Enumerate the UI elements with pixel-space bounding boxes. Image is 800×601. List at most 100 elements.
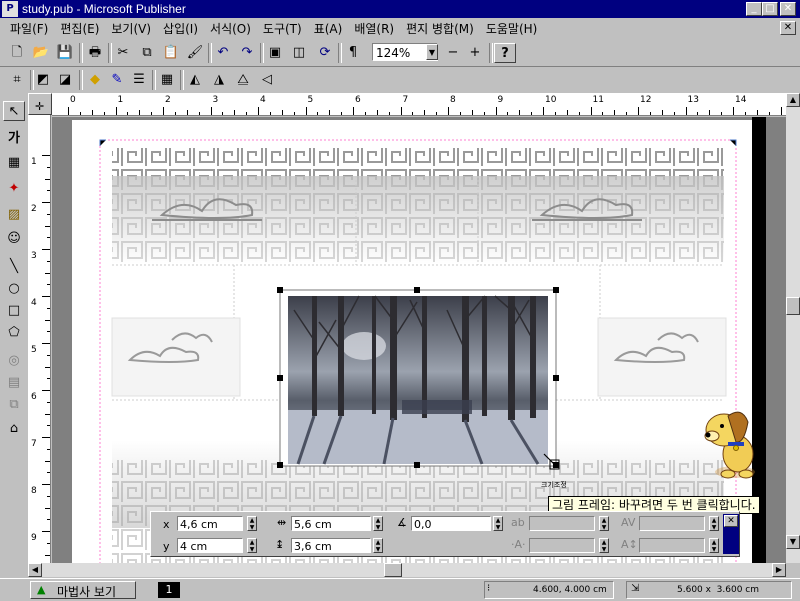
wrap-picture-icon[interactable]: ◪: [54, 70, 76, 90]
document-close-button[interactable]: ✕: [780, 21, 796, 35]
wrap-rect-icon[interactable]: ◩: [32, 70, 54, 90]
zoom-in-button[interactable]: +: [464, 43, 486, 63]
fill-color-icon[interactable]: ◆: [84, 70, 106, 90]
rotate-icon[interactable]: ⟳: [314, 43, 336, 63]
scroll-left-button[interactable]: ◀: [28, 563, 42, 577]
help-icon[interactable]: ?: [494, 43, 516, 63]
line-style-icon[interactable]: ☰: [128, 70, 150, 90]
rotate-right-icon[interactable]: ◮: [208, 70, 230, 90]
pointer-icon[interactable]: ↖: [3, 101, 25, 121]
redo-icon[interactable]: ↷: [236, 43, 258, 63]
chevron-down-icon[interactable]: ▼: [426, 44, 438, 60]
html-code-icon[interactable]: ⧉: [3, 395, 25, 415]
ruler-tick: [222, 112, 224, 115]
position-readout: 4.600, 4.000 cm: [533, 585, 607, 595]
print-icon[interactable]: 🖶: [84, 43, 106, 63]
scaling-spinner: ▲ ▼: [599, 538, 609, 553]
horizontal-ruler[interactable]: 0 1 2 3 4 5 6 7 8 9 10 11 12 13 14: [52, 93, 787, 116]
send-back-icon[interactable]: ◫: [288, 43, 310, 63]
ruler-tick: [246, 112, 248, 115]
save-icon[interactable]: 💾: [54, 43, 76, 63]
new-icon[interactable]: 🗋: [6, 43, 28, 63]
scroll-down-button[interactable]: ▼: [786, 535, 800, 549]
crop-icon[interactable]: ⌗: [6, 70, 28, 90]
picture-frame-icon[interactable]: ▨: [3, 205, 25, 225]
line-tool-icon[interactable]: ╲: [3, 257, 25, 277]
form-control-icon[interactable]: ▤: [3, 373, 25, 393]
bring-front-icon[interactable]: ▣: [264, 43, 286, 63]
height-spinner[interactable]: ▲ ▼: [373, 538, 383, 553]
ruler-tick: [47, 331, 50, 333]
copy-icon[interactable]: ⧉: [136, 43, 158, 63]
ruler-tick: [376, 110, 378, 115]
status-bar: ▲ 마법사 보기 1 ⁝ 4.600, 4.000 cm ⇲ 5.600 x 3…: [0, 578, 800, 601]
design-gallery-icon[interactable]: ◎: [3, 351, 25, 371]
menu-item-6[interactable]: 표(A): [308, 18, 349, 40]
menu-item-8[interactable]: 편지 병합(M): [400, 18, 480, 40]
oval-tool-icon[interactable]: ○: [3, 279, 25, 299]
x-spinner[interactable]: ▲ ▼: [247, 516, 257, 531]
design-object-icon[interactable]: ⌂: [3, 419, 25, 439]
menu-item-0[interactable]: 파일(F): [4, 18, 54, 40]
wizard-toggle-button[interactable]: ▲ 마법사 보기: [30, 581, 136, 599]
ruler-corner[interactable]: ✛: [28, 93, 52, 115]
flip-vertical-icon[interactable]: ◁: [256, 70, 278, 90]
paste-icon[interactable]: 📋: [160, 43, 182, 63]
format-painter-icon[interactable]: 🖌: [184, 43, 206, 63]
ruler-label: 5: [31, 345, 37, 355]
measure-titlebar[interactable]: ✕: [723, 514, 739, 554]
picture-properties-icon[interactable]: ▦: [156, 70, 178, 90]
wordart-icon[interactable]: ✦: [3, 179, 25, 199]
kerning-icon: AV: [621, 516, 636, 529]
size-icon: ⇲: [631, 583, 640, 594]
clipart-frame-icon[interactable]: ☺: [3, 229, 25, 249]
custom-shape-icon[interactable]: ⬠: [3, 323, 25, 343]
winter-trees-photo: [288, 295, 548, 465]
scaling-icon: ·A·: [511, 538, 526, 551]
menu-item-4[interactable]: 서식(O): [204, 18, 257, 40]
y-position-field[interactable]: 4 cm: [177, 538, 243, 553]
rectangle-tool-icon[interactable]: □: [3, 301, 25, 321]
scroll-right-button[interactable]: ▶: [772, 563, 786, 577]
menu-item-7[interactable]: 배열(R): [348, 18, 400, 40]
horizontal-scroll-thumb[interactable]: [384, 563, 402, 577]
line-spacing-icon: A↕: [621, 538, 638, 551]
x-position-field[interactable]: 4,6 cm: [177, 516, 243, 531]
office-assistant-dog[interactable]: [700, 398, 766, 484]
width-spinner[interactable]: ▲ ▼: [373, 516, 383, 531]
close-button[interactable]: ✕: [780, 2, 796, 16]
menu-item-1[interactable]: 편집(E): [54, 18, 105, 40]
open-icon[interactable]: 📂: [30, 43, 52, 63]
vertical-ruler[interactable]: 1 2 3 4 5 6 7 8 9: [28, 115, 51, 563]
flip-horizontal-icon[interactable]: ⧋: [232, 70, 254, 90]
vertical-scroll-thumb[interactable]: [786, 297, 800, 315]
undo-icon[interactable]: ↶: [212, 43, 234, 63]
rotation-field[interactable]: 0,0: [411, 516, 491, 531]
menu-item-9[interactable]: 도움말(H): [480, 18, 544, 40]
maximize-button[interactable]: □: [762, 2, 778, 16]
publisher-icon[interactable]: P: [2, 1, 18, 17]
ruler-tick: [661, 110, 663, 115]
measure-close-button[interactable]: ✕: [724, 515, 738, 527]
horizontal-scrollbar[interactable]: ◀ ▶: [28, 563, 786, 577]
standard-toolbar: 🗋 📂 💾 🖶 ✂ ⧉ 📋 🖌 ↶ ↷ ▣ ◫ ⟳ ¶ 124% ▼ − + ?: [0, 40, 800, 67]
zoom-out-button[interactable]: −: [442, 43, 464, 63]
height-field[interactable]: 3,6 cm: [291, 538, 371, 553]
rotate-left-icon[interactable]: ◭: [184, 70, 206, 90]
scroll-up-button[interactable]: ▲: [786, 93, 800, 107]
pilcrow-icon[interactable]: ¶: [342, 43, 364, 63]
y-spinner[interactable]: ▲ ▼: [247, 538, 257, 553]
cut-icon[interactable]: ✂: [112, 43, 134, 63]
menu-item-3[interactable]: 삽입(I): [157, 18, 204, 40]
text-frame-icon[interactable]: 가: [3, 129, 25, 149]
page-number-button[interactable]: 1: [158, 582, 180, 598]
minimize-button[interactable]: _: [746, 2, 762, 16]
vertical-scrollbar[interactable]: ▲ ▼: [786, 93, 800, 563]
menu-item-5[interactable]: 도구(T): [257, 18, 308, 40]
width-field[interactable]: 5,6 cm: [291, 516, 371, 531]
ruler-label: 9: [497, 95, 504, 105]
table-frame-icon[interactable]: ▦: [3, 153, 25, 173]
rotation-spinner[interactable]: ▲ ▼: [493, 516, 503, 531]
menu-item-2[interactable]: 보기(V): [105, 18, 157, 40]
line-color-icon[interactable]: ✎: [106, 70, 128, 90]
